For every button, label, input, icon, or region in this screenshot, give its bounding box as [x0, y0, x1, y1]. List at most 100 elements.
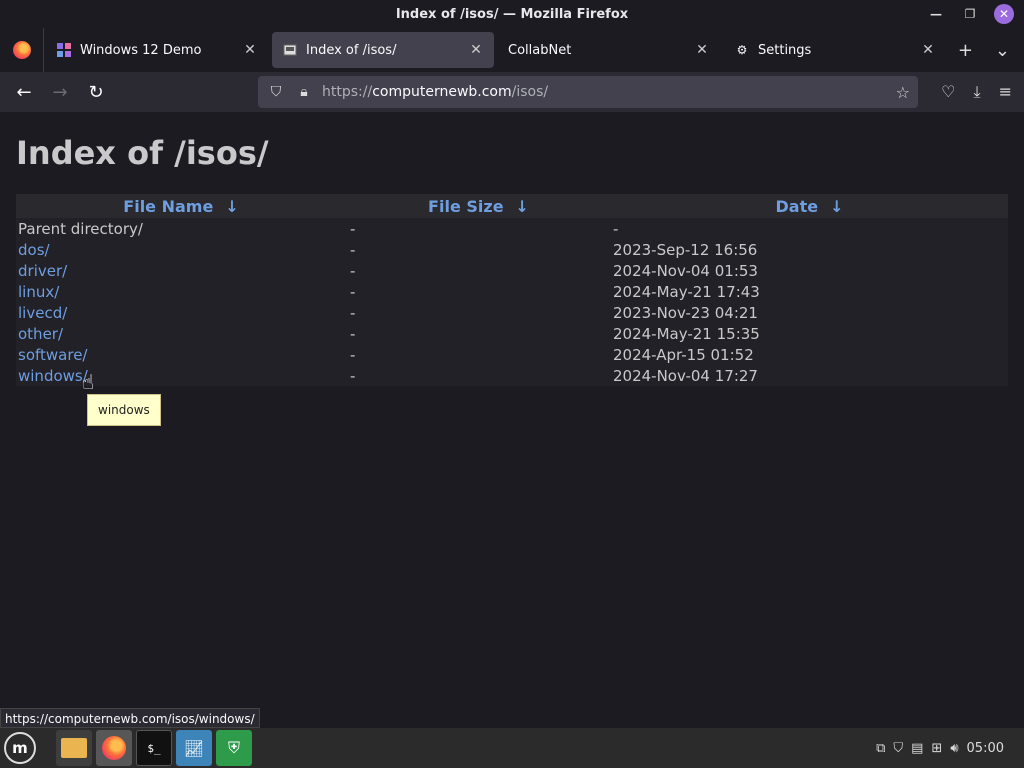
- tab-label: CollabNet: [508, 42, 572, 58]
- clipboard-icon[interactable]: ⧉: [876, 741, 885, 756]
- taskbar-files[interactable]: [56, 730, 92, 766]
- column-header-file-size[interactable]: File Size ↓: [346, 194, 611, 218]
- table-row: other/ - 2024-May-21 15:35: [16, 323, 1008, 344]
- table-row: windows/ - 2024-Nov-04 17:27: [16, 365, 1008, 386]
- taskbar-firefox[interactable]: [96, 730, 132, 766]
- taskbar-terminal[interactable]: $_: [136, 730, 172, 766]
- column-label: File Name: [123, 196, 214, 216]
- tab-settings[interactable]: ⚙ Settings ✕: [724, 32, 946, 68]
- sort-arrow-icon: ↓: [225, 196, 239, 216]
- file-size-cell: -: [350, 324, 356, 343]
- lock-icon[interactable]: 🔒︎: [294, 84, 314, 100]
- taskbar-update-manager[interactable]: ⛨: [216, 730, 252, 766]
- file-link[interactable]: other/: [18, 325, 63, 343]
- file-size-cell: -: [350, 282, 356, 301]
- file-link[interactable]: software/: [18, 346, 87, 364]
- hamburger-menu-icon[interactable]: ≡: [999, 82, 1012, 102]
- tab-collabnet[interactable]: CollabNet ✕: [498, 32, 720, 68]
- file-date-cell: 2024-Nov-04 01:53: [613, 261, 758, 280]
- parent-directory-link[interactable]: Parent directory/: [18, 220, 143, 238]
- column-header-date[interactable]: Date ↓: [611, 194, 1008, 218]
- file-date-cell: 2024-May-21 15:35: [613, 324, 760, 343]
- file-link[interactable]: linux/: [18, 283, 59, 301]
- back-arrow-icon[interactable]: ←: [8, 76, 40, 108]
- close-tab-icon[interactable]: ✕: [694, 42, 710, 58]
- volume-icon[interactable]: 🔊︎: [950, 741, 958, 756]
- close-tab-icon[interactable]: ✕: [242, 42, 258, 58]
- file-name-cell: other/: [16, 323, 346, 344]
- file-listing-table: File Name ↓ File Size ↓ Date ↓ Parent direc…: [16, 194, 1008, 386]
- link-tooltip: windows: [87, 394, 161, 426]
- file-link[interactable]: livecd/: [18, 304, 67, 322]
- sort-arrow-icon: ↓: [830, 196, 844, 216]
- tab-windows-12-demo[interactable]: Windows 12 Demo ✕: [46, 32, 268, 68]
- file-name-cell: software/: [16, 344, 346, 365]
- tabstrip-actions: + ⌄: [958, 40, 1024, 61]
- table-row: linux/ - 2024-May-21 17:43: [16, 281, 1008, 302]
- file-name-cell: driver/: [16, 260, 346, 281]
- notes-icon[interactable]: ▤: [911, 741, 923, 756]
- url-scheme: https://: [322, 84, 373, 100]
- taskbar: m $_ 📈︎ ⛨ ⧉ ⛉ ▤ ⊞ 🔊︎ 05:00: [0, 728, 1024, 768]
- url-host: computernewb.com: [372, 84, 512, 100]
- file-size-cell: -: [350, 240, 356, 259]
- file-listing-body: Parent directory/ - - dos/ - 2023-Sep-12 16:5…: [16, 218, 1008, 386]
- mint-menu-icon[interactable]: m: [4, 732, 36, 764]
- close-tab-icon[interactable]: ✕: [920, 42, 936, 58]
- close-tab-icon[interactable]: ✕: [468, 42, 484, 58]
- maximize-icon[interactable]: ❐: [960, 4, 980, 24]
- file-name-cell: dos/: [16, 239, 346, 260]
- file-link[interactable]: driver/: [18, 262, 67, 280]
- pocket-icon[interactable]: ♡: [941, 82, 955, 102]
- list-tabs-chevron-down-icon[interactable]: ⌄: [995, 40, 1010, 61]
- minimize-icon[interactable]: —: [926, 4, 946, 24]
- column-label: Date: [775, 196, 819, 216]
- address-bar[interactable]: ⛉ 🔒︎ https://computernewb.com/isos/ ☆: [258, 76, 918, 108]
- column-header-file-name[interactable]: File Name ↓: [16, 194, 346, 218]
- file-date-cell: 2023-Nov-23 04:21: [613, 303, 758, 322]
- file-date-cell: -: [613, 219, 619, 238]
- taskbar-system-monitor[interactable]: 📈︎: [176, 730, 212, 766]
- url-path: /isos/: [511, 84, 549, 100]
- sort-arrow-icon: ↓: [515, 196, 529, 216]
- tab-strip: Windows 12 Demo ✕ Index of /isos/ ✕ Coll…: [0, 28, 1024, 72]
- window-controls: — ❐ ✕: [926, 4, 1014, 24]
- url-text[interactable]: https://computernewb.com/isos/: [322, 84, 548, 100]
- page-title: Index of /isos/: [16, 134, 269, 172]
- new-tab-icon[interactable]: +: [958, 40, 973, 61]
- status-link-preview: https://computernewb.com/isos/windows/: [0, 708, 260, 728]
- terminal-icon: $_: [147, 741, 161, 755]
- navigation-toolbar: ← → ↻ ⛉ 🔒︎ https://computernewb.com/isos…: [0, 72, 1024, 112]
- table-row: software/ - 2024-Apr-15 01:52: [16, 344, 1008, 365]
- file-date-cell: 2024-Apr-15 01:52: [613, 345, 754, 364]
- file-link[interactable]: dos/: [18, 241, 50, 259]
- tracking-shield-icon[interactable]: ⛉: [266, 84, 286, 100]
- tab-label: Windows 12 Demo: [80, 42, 202, 58]
- file-name-cell: Parent directory/: [16, 218, 346, 239]
- reload-icon[interactable]: ↻: [80, 76, 112, 108]
- firefox-view-button[interactable]: [0, 28, 44, 72]
- page-content: Index of /isos/ File Name ↓ File Size ↓ Da…: [0, 112, 1024, 728]
- security-shield-icon[interactable]: ⛉: [893, 741, 903, 756]
- download-icon[interactable]: ⤓: [974, 82, 981, 102]
- bookmark-star-icon[interactable]: ☆: [896, 83, 910, 102]
- tab-index-isos[interactable]: Index of /isos/ ✕: [272, 32, 494, 68]
- table-header-row: File Name ↓ File Size ↓ Date ↓: [16, 194, 1008, 218]
- table-row: Parent directory/ - -: [16, 218, 1008, 239]
- column-label: File Size: [428, 196, 504, 216]
- clock[interactable]: 05:00: [967, 741, 1004, 756]
- file-name-cell: livecd/: [16, 302, 346, 323]
- forward-arrow-icon[interactable]: →: [44, 76, 76, 108]
- network-icon[interactable]: ⊞: [931, 741, 942, 756]
- hand-pointer-icon: ☝: [82, 370, 95, 394]
- windows-tiles-icon: [56, 42, 72, 58]
- tab-label: Index of /isos/: [306, 42, 397, 58]
- window-titlebar: Index of /isos/ — Mozilla Firefox — ❐ ✕: [0, 0, 1024, 28]
- table-row: driver/ - 2024-Nov-04 01:53: [16, 260, 1008, 281]
- table-row: dos/ - 2023-Sep-12 16:56: [16, 239, 1008, 260]
- close-window-icon[interactable]: ✕: [994, 4, 1014, 24]
- file-date-cell: 2024-Nov-04 17:27: [613, 366, 758, 385]
- file-link[interactable]: windows/: [18, 367, 88, 385]
- shield-icon: ⛨: [227, 738, 240, 757]
- file-name-cell: windows/: [16, 365, 346, 386]
